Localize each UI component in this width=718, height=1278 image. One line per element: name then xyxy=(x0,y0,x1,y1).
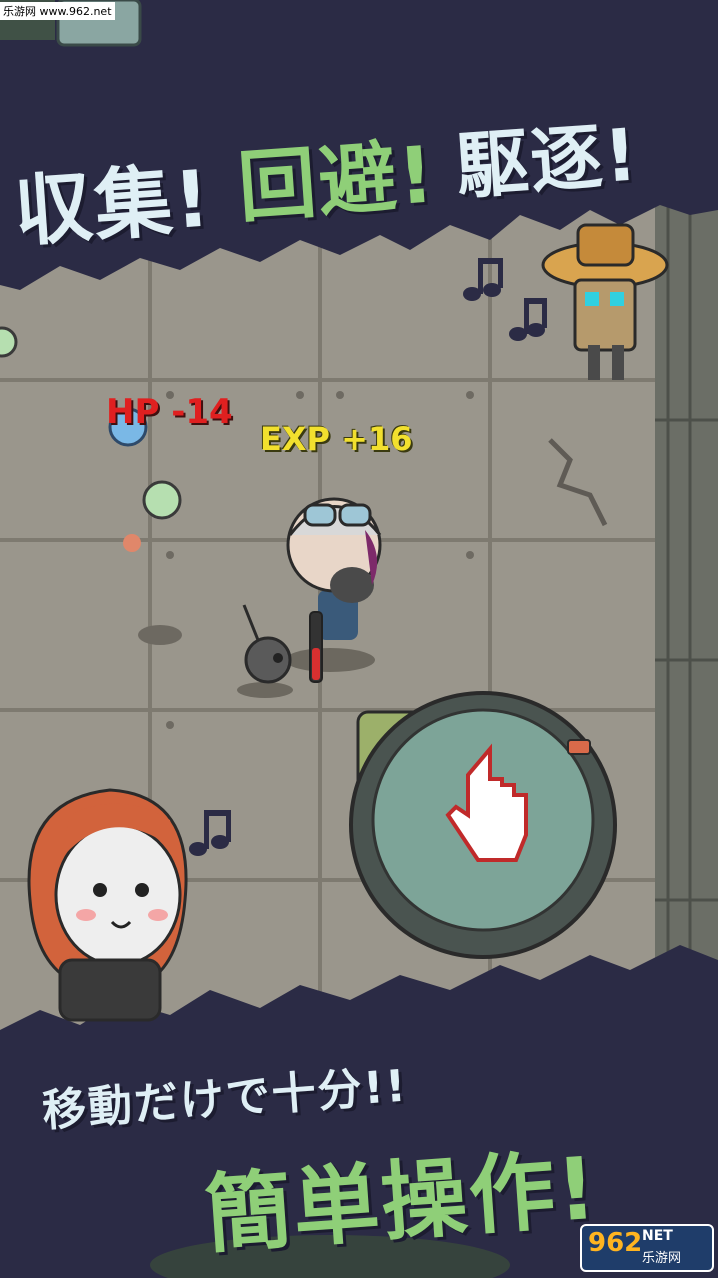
headline-collect: 収集! xyxy=(11,154,215,258)
exp-gain-text: EXP +16 xyxy=(260,420,413,458)
hp-change-text: HP -14 xyxy=(106,392,233,432)
watermark-num: 962 xyxy=(588,1228,643,1258)
floor-hole xyxy=(138,625,182,645)
watermark-cn: 乐游网 xyxy=(642,1251,682,1266)
headline-exterminate: 駆逐! xyxy=(453,112,642,209)
green-orb-edge xyxy=(0,326,18,358)
health-fill xyxy=(312,648,320,680)
watermark-net: NET xyxy=(642,1228,673,1244)
spark xyxy=(123,534,141,552)
watermark-bottom: 962 NET 乐游网 xyxy=(580,1224,714,1272)
right-wall xyxy=(655,180,718,1080)
green-orb xyxy=(142,480,182,520)
watermark-top: 乐游网 www.962.net xyxy=(0,2,115,20)
headline-dodge: 回避! xyxy=(235,130,439,234)
